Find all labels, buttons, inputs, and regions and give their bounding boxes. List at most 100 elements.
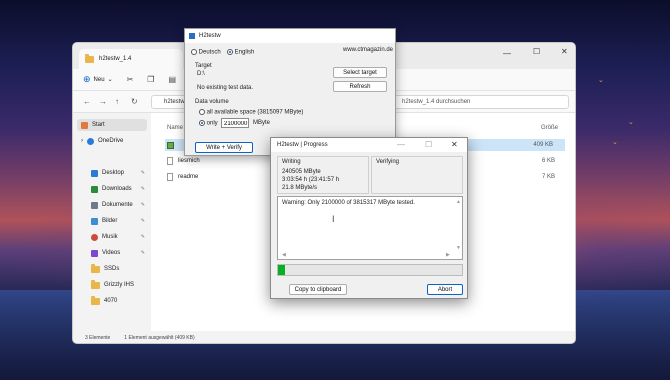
radio-selected-icon [227, 49, 233, 55]
refresh-button[interactable]: Refresh [333, 81, 387, 92]
scroll-up-icon[interactable]: ▲ [456, 199, 461, 205]
only-radio[interactable]: only [199, 120, 218, 127]
minimize-icon[interactable]: — [397, 140, 405, 149]
explorer-status-bar: 3 Elemente 1 Element ausgewählt (409 KB) [73, 331, 575, 343]
desktop-icon [91, 169, 98, 177]
sidebar-item-label: Grizzly IHS [104, 282, 134, 288]
sidebar-item-onedrive[interactable]: › OneDrive [81, 135, 147, 147]
sidebar-item-music[interactable]: Musik ✎ [91, 231, 147, 243]
video-icon [91, 249, 98, 257]
up-icon[interactable]: ↑ [115, 97, 119, 106]
lang-english-radio[interactable]: English [227, 49, 254, 56]
h2testw-titlebar: H2testw [185, 29, 395, 43]
written-amount: 240505 MByte [282, 169, 321, 175]
sidebar-item-desktop[interactable]: Desktop ✎ [91, 167, 147, 179]
maximize-icon[interactable]: ☐ [425, 140, 432, 149]
cloud-icon [87, 137, 94, 145]
pin-icon: ✎ [140, 234, 145, 240]
text-file-icon [167, 157, 173, 165]
folder-icon [91, 279, 100, 289]
sidebar-item-downloads[interactable]: Downloads ✎ [91, 183, 147, 195]
plus-icon: ⊕ [83, 74, 91, 84]
home-icon [81, 121, 88, 129]
chevron-down-icon: ⌄ [107, 77, 113, 83]
sidebar-item-documents[interactable]: Dokumente ✎ [91, 199, 147, 211]
sidebar-item-start[interactable]: Start [77, 119, 147, 131]
sidebar-item-videos[interactable]: Videos ✎ [91, 247, 147, 259]
pin-icon: ✎ [140, 218, 145, 224]
unit-label: MByte [253, 120, 271, 126]
log-textarea[interactable]: Warning: Only 2100000 of 3815317 MByte t… [277, 196, 463, 260]
pin-icon: ✎ [140, 186, 145, 192]
progress-titlebar: H2testw | Progress — ☐ ✕ [271, 138, 467, 152]
progress-bar-fill [278, 265, 286, 275]
target-label: Target [195, 63, 212, 69]
website-link[interactable]: www.ctmagazin.de [343, 47, 393, 53]
sidebar-item-label: Desktop [102, 170, 125, 176]
write-rate: 21.8 MByte/s [282, 185, 318, 191]
sidebar-item-pictures[interactable]: Bilder ✎ [91, 215, 147, 227]
scroll-down-icon[interactable]: ▼ [456, 245, 461, 251]
write-verify-button[interactable]: Write + Verify [195, 142, 253, 153]
picture-icon [91, 217, 98, 225]
select-target-button[interactable]: Select target [333, 67, 387, 78]
copy-to-clipboard-button[interactable]: Copy to clipboard [289, 284, 347, 295]
application-icon [167, 141, 174, 149]
close-icon[interactable]: ✕ [561, 47, 568, 56]
back-icon[interactable]: ← [83, 97, 91, 106]
h2testw-app-icon [189, 33, 195, 39]
writing-group: Writing 240505 MByte 3:03:54 h (23:41:57… [277, 156, 369, 194]
sidebar-item-4070[interactable]: 4070 [91, 295, 147, 307]
file-size: 7 KB [541, 174, 555, 180]
cut-icon[interactable]: ✂ [127, 75, 134, 84]
sidebar-item-label: Videos [102, 250, 121, 256]
download-icon [91, 185, 98, 193]
text-cursor-icon: I [332, 214, 335, 224]
verifying-group: Verifying [371, 156, 463, 194]
file-size: 409 KB [533, 142, 553, 148]
radio-selected-icon [199, 120, 205, 126]
progress-bar [277, 264, 463, 276]
lang-german-label: Deutsch [198, 49, 221, 56]
minimize-icon[interactable]: — [503, 49, 511, 58]
close-icon[interactable]: ✕ [451, 140, 458, 149]
sidebar-item-label: SSDs [104, 266, 120, 272]
elapsed-time: 3:03:54 h (23:41:57 h [282, 177, 340, 183]
sidebar-item-label: OneDrive [98, 138, 124, 144]
lang-english-label: English [234, 49, 255, 56]
sidebar-item-label: Musik [102, 234, 118, 240]
verifying-label: Verifying [376, 159, 400, 165]
column-header-size[interactable]: Größe [541, 125, 558, 131]
sidebar-item-ssds[interactable]: SSDs [91, 263, 147, 275]
sidebar-item-label: Bilder [102, 218, 118, 224]
bird-icon: ⌄ [612, 139, 618, 146]
sidebar-item-grizzly[interactable]: Grizzly IHS [91, 279, 147, 291]
search-input[interactable]: h2testw_1.4 durchsuchen [391, 95, 569, 109]
refresh-icon[interactable]: ↻ [131, 97, 138, 106]
file-name: liesmich [178, 158, 200, 164]
navigation-pane: Start › OneDrive Desktop ✎ Downloads ✎ D… [73, 113, 151, 331]
forward-icon[interactable]: → [99, 97, 107, 106]
data-volume-label: Data volume [195, 99, 229, 105]
scroll-left-icon[interactable]: ◀ [282, 252, 286, 258]
radio-icon [199, 109, 205, 115]
music-icon [91, 233, 98, 241]
sidebar-item-label: 4070 [104, 298, 118, 304]
scroll-right-icon[interactable]: ▶ [446, 252, 450, 258]
new-button[interactable]: ⊕ Neu ⌄ [83, 75, 113, 84]
chevron-right-icon: › [81, 138, 83, 144]
no-test-data-text: No existing test data. [197, 85, 254, 91]
explorer-tab[interactable]: h2testw_1.4 [79, 49, 183, 69]
paste-icon[interactable]: ▤ [168, 75, 176, 84]
search-placeholder: h2testw_1.4 durchsuchen [402, 99, 471, 105]
window-title: H2testw [199, 33, 221, 39]
all-space-radio[interactable]: all available space (3815097 MByte) [199, 109, 303, 116]
data-volume-input[interactable] [221, 118, 249, 128]
column-header-name[interactable]: Name [167, 125, 183, 131]
lang-german-radio[interactable]: Deutsch [191, 49, 221, 56]
item-count: 3 Elemente [85, 335, 111, 341]
copy-icon[interactable]: ❐ [147, 75, 154, 84]
abort-button[interactable]: Abort [427, 284, 463, 295]
maximize-icon[interactable]: ☐ [533, 47, 540, 56]
sidebar-item-label: Start [92, 122, 105, 128]
